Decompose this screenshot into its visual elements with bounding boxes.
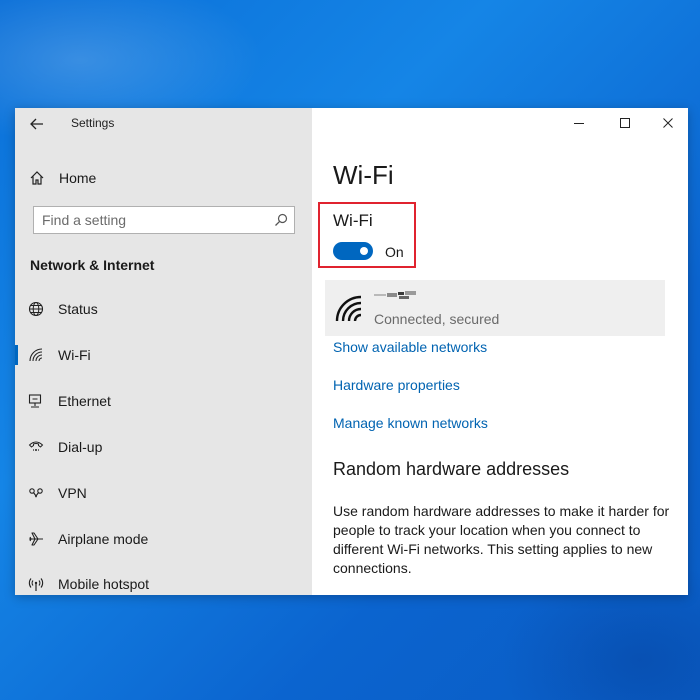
- home-icon: [30, 171, 44, 185]
- wifi-toggle-label: Wi-Fi: [333, 211, 373, 230]
- close-icon: [663, 118, 673, 128]
- maximize-icon: [620, 118, 630, 128]
- sidebar-item-ethernet[interactable]: Ethernet: [15, 386, 312, 416]
- vpn-icon: [29, 488, 43, 498]
- sidebar-item-label: Status: [58, 301, 98, 317]
- hardware-properties-link[interactable]: Hardware properties: [333, 377, 460, 393]
- sidebar-item-mobile-hotspot[interactable]: Mobile hotspot: [15, 569, 312, 595]
- close-button[interactable]: [653, 112, 683, 134]
- sidebar-item-label: Airplane mode: [58, 531, 149, 547]
- dialup-icon: [28, 441, 44, 451]
- search-box[interactable]: [33, 206, 295, 234]
- connected-network-card[interactable]: Connected, secured: [325, 280, 665, 336]
- wifi-toggle-state: On: [385, 244, 404, 260]
- home-label: Home: [59, 170, 97, 186]
- search-icon[interactable]: [274, 213, 288, 227]
- sidebar-item-label: Wi-Fi: [58, 347, 91, 363]
- show-available-networks-link[interactable]: Show available networks: [333, 339, 487, 355]
- selected-indicator: [15, 345, 18, 365]
- sidebar-item-wifi[interactable]: Wi-Fi: [15, 340, 312, 370]
- random-hardware-heading: Random hardware addresses: [333, 459, 570, 479]
- random-hardware-description: Use random hardware addresses to make it…: [333, 503, 670, 576]
- sidebar-item-vpn[interactable]: VPN: [15, 478, 312, 508]
- settings-window: Settings Home Network & Internet Status: [15, 108, 688, 595]
- toggle-knob: [360, 247, 368, 255]
- page-title: Wi-Fi: [333, 160, 394, 190]
- sidebar-item-label: Dial-up: [58, 439, 103, 455]
- sidebar-item-status[interactable]: Status: [15, 294, 312, 324]
- sidebar-item-dialup[interactable]: Dial-up: [15, 432, 312, 462]
- sidebar-item-label: Mobile hotspot: [58, 576, 150, 592]
- airplane-icon: [29, 532, 43, 546]
- sidebar-item-label: VPN: [58, 485, 87, 501]
- manage-known-networks-link[interactable]: Manage known networks: [333, 415, 488, 431]
- section-heading: Network & Internet: [30, 257, 155, 273]
- app-title: Settings: [71, 116, 115, 130]
- sidebar-item-label: Ethernet: [58, 393, 111, 409]
- main-content: Wi-Fi Wi-Fi On Connected, secured Show a…: [312, 108, 688, 595]
- minimize-icon: [574, 123, 584, 124]
- wifi-toggle-switch[interactable]: [333, 242, 373, 260]
- hotspot-icon: [28, 578, 44, 591]
- maximize-button[interactable]: [610, 112, 640, 134]
- wifi-icon: [29, 348, 43, 362]
- wifi-signal-icon: [335, 295, 362, 322]
- ethernet-icon: [28, 394, 42, 408]
- back-arrow-icon: [30, 118, 43, 130]
- network-name-redacted: [374, 291, 416, 299]
- network-status: Connected, secured: [374, 311, 500, 327]
- minimize-button[interactable]: [564, 112, 594, 134]
- sidebar: Settings Home Network & Internet Status: [15, 108, 312, 595]
- back-button[interactable]: [27, 114, 47, 134]
- search-input[interactable]: [34, 207, 272, 233]
- sidebar-item-home[interactable]: Home: [29, 166, 96, 190]
- globe-icon: [28, 301, 44, 317]
- sidebar-item-airplane[interactable]: Airplane mode: [15, 524, 312, 554]
